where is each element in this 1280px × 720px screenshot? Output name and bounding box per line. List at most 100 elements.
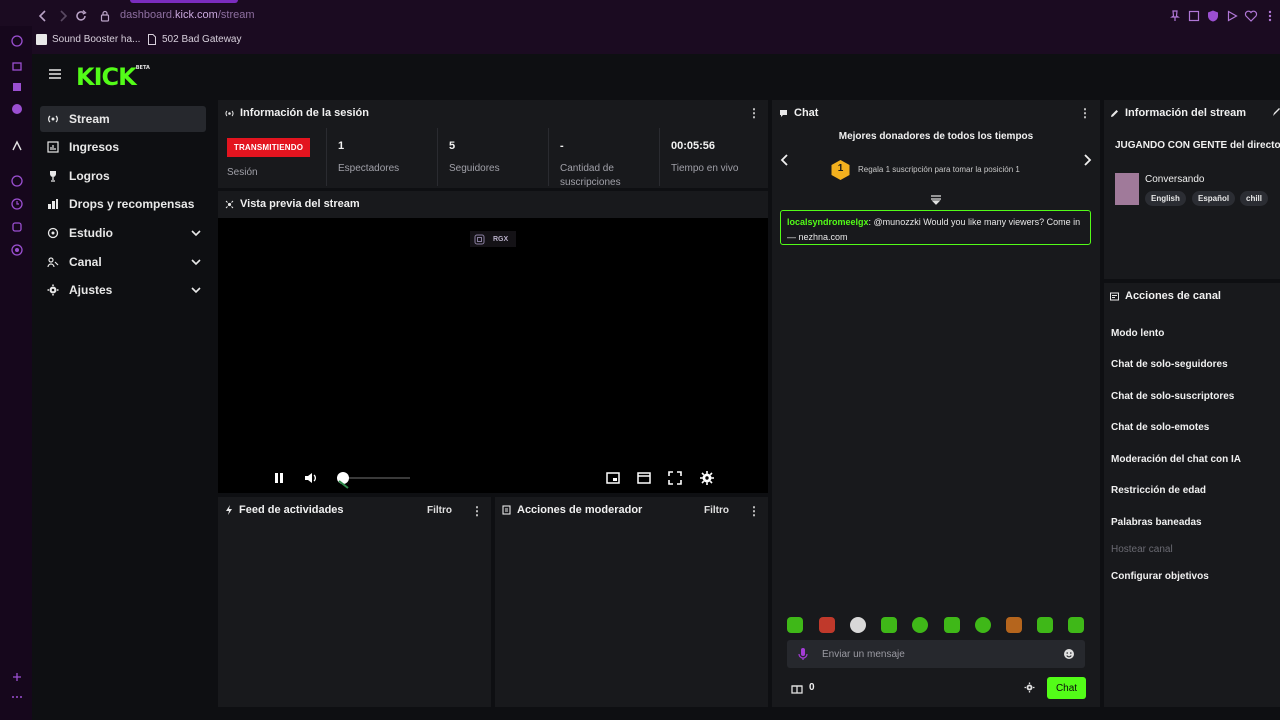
- activity-feed-header: Feed de actividades: [225, 504, 344, 516]
- action-emotes-only[interactable]: Chat de solo-emotes: [1111, 422, 1209, 433]
- category-thumbnail[interactable]: [1115, 173, 1139, 205]
- video-player[interactable]: RGX: [218, 218, 768, 493]
- fullscreen-icon[interactable]: [667, 470, 683, 486]
- pin-icon[interactable]: [1168, 9, 1182, 23]
- site-info-icon[interactable]: [98, 9, 112, 23]
- session-kebab-icon[interactable]: ⋮: [748, 106, 760, 120]
- settings-icon[interactable]: [10, 243, 24, 257]
- video-overlay: RGX: [470, 231, 516, 247]
- collapse-icon[interactable]: [930, 195, 942, 205]
- sidebar-item-canal[interactable]: Canal: [40, 249, 206, 275]
- sidebar-item-label: Logros: [69, 169, 110, 183]
- play-icon[interactable]: [1225, 9, 1239, 23]
- action-ai-moderation[interactable]: Moderación del chat con IA: [1111, 454, 1241, 465]
- shield-icon[interactable]: [1206, 9, 1220, 23]
- chat-username[interactable]: localsyndromeelgx: [787, 217, 869, 227]
- chat-input-box[interactable]: [787, 640, 1085, 668]
- kick-logo[interactable]: KICKBETA: [76, 63, 150, 91]
- mod-actions-header: Acciones de moderador: [502, 504, 642, 516]
- sidebar-item-ingresos[interactable]: Ingresos: [40, 134, 206, 160]
- emote-icon[interactable]: [944, 617, 960, 633]
- pip-icon[interactable]: [605, 470, 621, 486]
- action-followers-only[interactable]: Chat de solo-seguidores: [1111, 359, 1228, 370]
- arrows-icon[interactable]: [10, 139, 24, 153]
- tag-english[interactable]: English: [1145, 191, 1186, 206]
- emote-icon[interactable]: [819, 617, 835, 633]
- cube-icon[interactable]: [10, 220, 24, 234]
- twitch-icon[interactable]: [10, 80, 24, 94]
- sidebar-item-ajustes[interactable]: Ajustes: [40, 277, 206, 303]
- category-name[interactable]: Conversando: [1145, 174, 1204, 185]
- tag-espanol[interactable]: Español: [1192, 191, 1236, 206]
- action-subscribers-only[interactable]: Chat de solo-suscriptores: [1111, 391, 1234, 402]
- browser-side-panel: [0, 26, 32, 720]
- rank-badge-icon: 1: [830, 159, 851, 181]
- live-time-label: Tiempo en vivo: [671, 163, 739, 174]
- sidebar-item-estudio[interactable]: Estudio: [40, 220, 206, 246]
- activity-filter-button[interactable]: Filtro: [427, 505, 452, 516]
- action-age-restriction[interactable]: Restricción de edad: [1111, 485, 1206, 496]
- reload-icon[interactable]: [74, 9, 88, 23]
- preview-icon: [225, 200, 234, 209]
- emote-icon[interactable]: [912, 617, 928, 633]
- heart-icon[interactable]: [1244, 9, 1258, 23]
- emoji-icon[interactable]: [1063, 648, 1075, 660]
- sidebar-item-label: Estudio: [69, 226, 113, 240]
- mod-filter-button[interactable]: Filtro: [704, 505, 729, 516]
- chevron-down-icon: [190, 257, 202, 267]
- sidebar-item-drops[interactable]: Drops y recompensas: [40, 191, 206, 217]
- emote-icon[interactable]: [787, 617, 803, 633]
- clock-icon[interactable]: [10, 197, 24, 211]
- chat-input[interactable]: [822, 646, 1052, 662]
- emote-icon[interactable]: [1006, 617, 1022, 633]
- bookmark-sound-booster[interactable]: Sound Booster ha...: [36, 34, 140, 45]
- mod-actions-panel: [495, 497, 768, 707]
- menu-icon[interactable]: [1263, 9, 1277, 23]
- chevron-left-icon[interactable]: [779, 153, 791, 167]
- emote-icon[interactable]: [850, 617, 866, 633]
- more-icon[interactable]: [10, 690, 24, 704]
- history-icon[interactable]: [10, 34, 24, 48]
- address-bar[interactable]: dashboard.kick.com/stream: [120, 9, 255, 21]
- sidebar-item-logros[interactable]: Logros: [40, 163, 206, 189]
- forward-icon[interactable]: [56, 9, 70, 23]
- mod-kebab-icon[interactable]: ⋮: [748, 504, 760, 518]
- url-domain: kick.com: [175, 9, 218, 21]
- edit-icon[interactable]: [1273, 107, 1280, 116]
- microphone-icon[interactable]: [797, 647, 809, 661]
- emote-icon[interactable]: [975, 617, 991, 633]
- action-slow-mode[interactable]: Modo lento: [1111, 328, 1164, 339]
- chat-settings-icon[interactable]: [1024, 682, 1035, 693]
- tag-chill[interactable]: chill: [1240, 191, 1269, 206]
- subs-value: -: [560, 140, 564, 152]
- emote-icon[interactable]: [1037, 617, 1053, 633]
- action-set-goals[interactable]: Configurar objetivos: [1111, 571, 1209, 582]
- bookmark-bad-gateway[interactable]: 502 Bad Gateway: [147, 34, 242, 45]
- screenshot-icon[interactable]: [1187, 9, 1201, 23]
- extension-icon[interactable]: [10, 670, 24, 684]
- gift-icon[interactable]: [791, 681, 803, 695]
- sidebar-item-stream[interactable]: Stream: [40, 106, 206, 132]
- activity-kebab-icon[interactable]: ⋮: [471, 504, 483, 518]
- panel-title: Información del stream: [1125, 107, 1247, 119]
- settings-gear-icon[interactable]: [699, 470, 715, 486]
- followers-label: Seguidores: [449, 163, 500, 174]
- channel-icon: [47, 256, 59, 268]
- emote-icon[interactable]: [1068, 617, 1084, 633]
- theater-mode-icon[interactable]: [636, 470, 652, 486]
- channel-actions-icon: [1110, 292, 1119, 301]
- chat-kebab-icon[interactable]: ⋮: [1079, 106, 1091, 120]
- hamburger-menu-icon[interactable]: [48, 68, 62, 80]
- player-icon[interactable]: [10, 174, 24, 188]
- send-chat-button[interactable]: Chat: [1047, 677, 1086, 699]
- chevron-right-icon[interactable]: [1081, 153, 1093, 167]
- bag-icon[interactable]: [10, 58, 24, 72]
- volume-icon[interactable]: [303, 470, 319, 486]
- messenger-icon[interactable]: [10, 102, 24, 116]
- pause-icon[interactable]: [271, 470, 287, 486]
- activity-feed-panel: [218, 497, 491, 707]
- emote-icon[interactable]: [881, 617, 897, 633]
- back-icon[interactable]: [36, 9, 50, 23]
- panel-title: Feed de actividades: [239, 504, 344, 516]
- action-banned-words[interactable]: Palabras baneadas: [1111, 517, 1202, 528]
